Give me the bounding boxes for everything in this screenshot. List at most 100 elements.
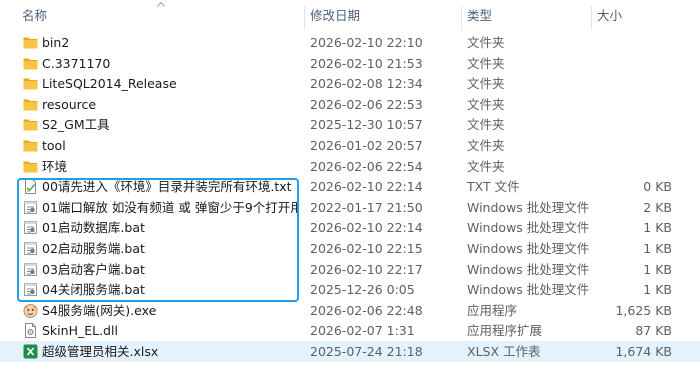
file-date: 2025-07-24 21:18 [310,344,423,359]
column-header-type[interactable]: 类型 [461,0,591,32]
file-size [596,135,672,156]
folder-icon [22,137,39,154]
excel-file-icon-glyph [23,344,38,359]
folder-icon-glyph [23,58,38,70]
file-name: 环境 [42,158,68,174]
column-header-name[interactable]: 名称 [16,0,306,32]
file-row[interactable]: S2_GM工具 2025-12-30 10:57 文件夹 [0,114,700,135]
batch-file-icon [22,261,39,278]
column-header-row: 名称 修改日期 类型 大小 [0,0,700,32]
file-type: Windows 批处理文件 [467,220,590,236]
file-date: 2026-02-10 22:14 [310,220,423,236]
file-type: Windows 批处理文件 [467,282,590,298]
file-date: 2026-02-10 22:10 [310,35,423,50]
app-exe-icon [22,302,39,319]
file-date: 2026-02-10 22:17 [310,261,423,277]
file-row[interactable]: 环境 2026-02-06 22:54 文件夹 [0,156,700,177]
folder-icon [22,96,39,113]
file-name: resource [42,96,97,112]
file-row[interactable]: tool 2026-01-02 20:57 文件夹 [0,135,700,156]
file-date: 2025-12-26 0:05 [310,282,415,298]
folder-icon [22,34,39,51]
batch-file-icon-glyph [24,262,37,276]
column-header-size[interactable]: 大小 [591,0,691,32]
file-row[interactable]: 01启动数据库.bat 2026-02-10 22:14 Windows 批处理文件… [0,217,700,238]
file-type: 文件夹 [467,117,505,133]
file-date: 2026-02-08 12:34 [310,76,423,92]
file-date: 2026-02-06 22:48 [310,302,423,318]
file-type: TXT 文件 [467,179,520,195]
file-date: 2026-02-10 21:53 [310,55,423,71]
file-name: 02启动服务端.bat [42,241,145,256]
file-type: 文件夹 [467,76,505,92]
file-type: Windows 批处理文件 [467,241,590,256]
file-row[interactable]: 超级管理员相关.xlsx 2025-07-24 21:18 XLSX 工作表 1,67… [0,341,700,362]
file-size [596,114,672,135]
folder-icon-glyph [23,37,38,49]
file-name: S4服务端(网关).exe [42,302,157,318]
column-header-date[interactable]: 修改日期 [304,0,459,32]
folder-icon-glyph [23,78,38,90]
file-row[interactable]: bin2 2026-02-10 22:10 文件夹 [0,32,700,53]
file-type: XLSX 工作表 [467,344,541,359]
file-type: 应用程序 [467,302,518,318]
file-date: 2022-01-17 21:50 [310,199,423,215]
file-size: 1 KB [643,220,672,236]
batch-file-icon-glyph [24,221,37,235]
file-name: bin2 [42,35,70,50]
batch-file-icon [22,281,39,298]
excel-file-icon [22,343,39,360]
file-name: S2_GM工具 [42,117,110,133]
file-type: 文件夹 [467,96,505,112]
file-size [596,156,672,177]
batch-file-icon-glyph [24,283,37,297]
file-name: 00请先进入《环境》目录并装完所有环境.txt [42,179,292,195]
file-type: 应用程序扩展 [467,323,543,339]
file-size: 87 KB [635,323,672,339]
file-row[interactable]: 00请先进入《环境》目录并装完所有环境.txt 2026-02-10 22:14 T… [0,176,700,197]
file-row[interactable]: LiteSQL2014_Release 2026-02-08 12:34 文件夹 [0,73,700,94]
text-file-icon [22,178,39,195]
file-row[interactable]: resource 2026-02-06 22:53 文件夹 [0,94,700,115]
file-name: tool [42,138,66,153]
file-name: 04关闭服务端.bat [42,282,145,298]
file-row[interactable]: SkinH_EL.dll 2026-02-07 1:31 应用程序扩展 87 KB [0,320,700,341]
batch-file-icon-glyph [24,242,37,255]
file-size: 0 KB [643,179,672,195]
dll-file-icon-glyph [25,323,36,339]
folder-icon [22,75,39,92]
file-size [596,94,672,115]
file-type: 文件夹 [467,55,505,71]
file-row[interactable]: 03启动客户端.bat 2026-02-10 22:17 Windows 批处理文件… [0,259,700,280]
file-row[interactable]: C.3371170 2026-02-10 21:53 文件夹 [0,53,700,74]
file-date: 2025-12-30 10:57 [310,117,423,133]
file-name: LiteSQL2014_Release [42,76,177,92]
file-size [596,73,672,94]
file-size: 1 KB [643,241,672,256]
file-row[interactable]: 04关闭服务端.bat 2025-12-26 0:05 Windows 批处理文件 1… [0,279,700,300]
file-row[interactable]: S4服务端(网关).exe 2026-02-06 22:48 应用程序 1,625 K… [0,300,700,321]
file-type: 文件夹 [467,158,505,174]
text-file-icon-glyph [25,179,36,195]
batch-file-icon-glyph [24,200,37,214]
file-date: 2026-02-06 22:53 [310,96,423,112]
file-name: SkinH_EL.dll [42,323,118,339]
folder-icon [22,116,39,133]
file-row[interactable]: 01端口解放 如没有频道 或 弹窗少于9个打开用... 2022-01-17 21… [0,197,700,218]
file-size: 2 KB [643,199,672,215]
file-size [596,32,672,53]
file-size [596,53,672,74]
folder-icon [22,158,39,175]
app-exe-icon-glyph [23,303,38,318]
file-size: 1 KB [643,261,672,277]
batch-file-icon [22,199,39,216]
batch-file-icon [22,240,39,257]
file-type: 文件夹 [467,138,505,153]
file-size: 1,674 KB [615,344,672,359]
folder-icon-glyph [23,119,38,131]
file-date: 2026-02-10 22:14 [310,179,423,195]
file-row[interactable]: 02启动服务端.bat 2026-02-10 22:15 Windows 批处理文件… [0,238,700,259]
file-size: 1,625 KB [615,302,672,318]
file-name: 超级管理员相关.xlsx [42,344,159,359]
file-name: 03启动客户端.bat [42,261,145,277]
